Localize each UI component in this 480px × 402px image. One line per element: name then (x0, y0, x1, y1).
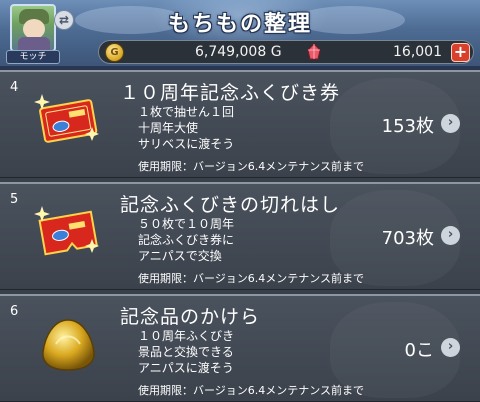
item-index: 5 (10, 192, 19, 207)
item-index: 6 (10, 304, 19, 319)
list-item[interactable]: 6 記念品のかけら １０周年ふくびき 景品と交換できる アニパスに渡そう 0こ … (0, 294, 480, 402)
chevron-right-icon[interactable]: › (441, 226, 460, 245)
item-expiry: 使用期限：バージョン6.4メンテナンス前まで (138, 384, 365, 397)
gem-icon (307, 43, 321, 60)
add-gems-button[interactable]: + (451, 43, 470, 62)
item-index: 4 (10, 80, 19, 95)
item-description: １０周年ふくびき 景品と交換できる アニパスに渡そう (138, 329, 235, 375)
avatar[interactable] (10, 4, 56, 52)
item-count: 0こ (404, 340, 434, 361)
item-description: ５０枚で１０周年 記念ふくびき券に アニパスで交換 (138, 217, 235, 263)
item-list: 4 １０周年記念ふくびき券 １枚で抽せん１回 十周年大使 サリベスに渡そう 15… (0, 70, 480, 402)
gold-amount: 6,749,008 G (195, 44, 282, 60)
chevron-right-icon[interactable]: › (441, 338, 460, 357)
avatar-name: モッチ (6, 50, 60, 64)
item-name: 記念ふくびきの切れはし (120, 194, 341, 216)
chevron-right-icon[interactable]: › (441, 114, 460, 133)
gold-coin-icon: G (105, 43, 124, 62)
list-item[interactable]: 4 １０周年記念ふくびき券 １枚で抽せん１回 十周年大使 サリベスに渡そう 15… (0, 70, 480, 178)
gem-amount: 16,001 (393, 44, 442, 60)
header-bar: もちもの整理 モッチ ⇄ G 6,749,008 G 16,001 + (0, 0, 480, 66)
item-count: 703枚 (381, 228, 434, 249)
item-expiry: 使用期限：バージョン6.4メンテナンス前まで (138, 160, 365, 173)
item-description: １枚で抽せん１回 十周年大使 サリベスに渡そう (138, 105, 235, 151)
item-name: １０周年記念ふくびき券 (120, 82, 341, 104)
gold-fragment-icon (42, 319, 95, 371)
ticket-icon (34, 94, 99, 143)
currency-bar: G 6,749,008 G 16,001 + (98, 40, 474, 64)
item-count: 153枚 (381, 116, 434, 137)
ticket-scrap-icon (34, 206, 99, 256)
item-name: 記念品のかけら (120, 306, 261, 328)
swap-character-icon[interactable]: ⇄ (54, 10, 74, 30)
list-item[interactable]: 5 記念ふくびきの切れはし ５０枚で１０周年 記念ふくびき券に アニパスで交換 … (0, 182, 480, 290)
item-expiry: 使用期限：バージョン6.4メンテナンス前まで (138, 272, 365, 285)
